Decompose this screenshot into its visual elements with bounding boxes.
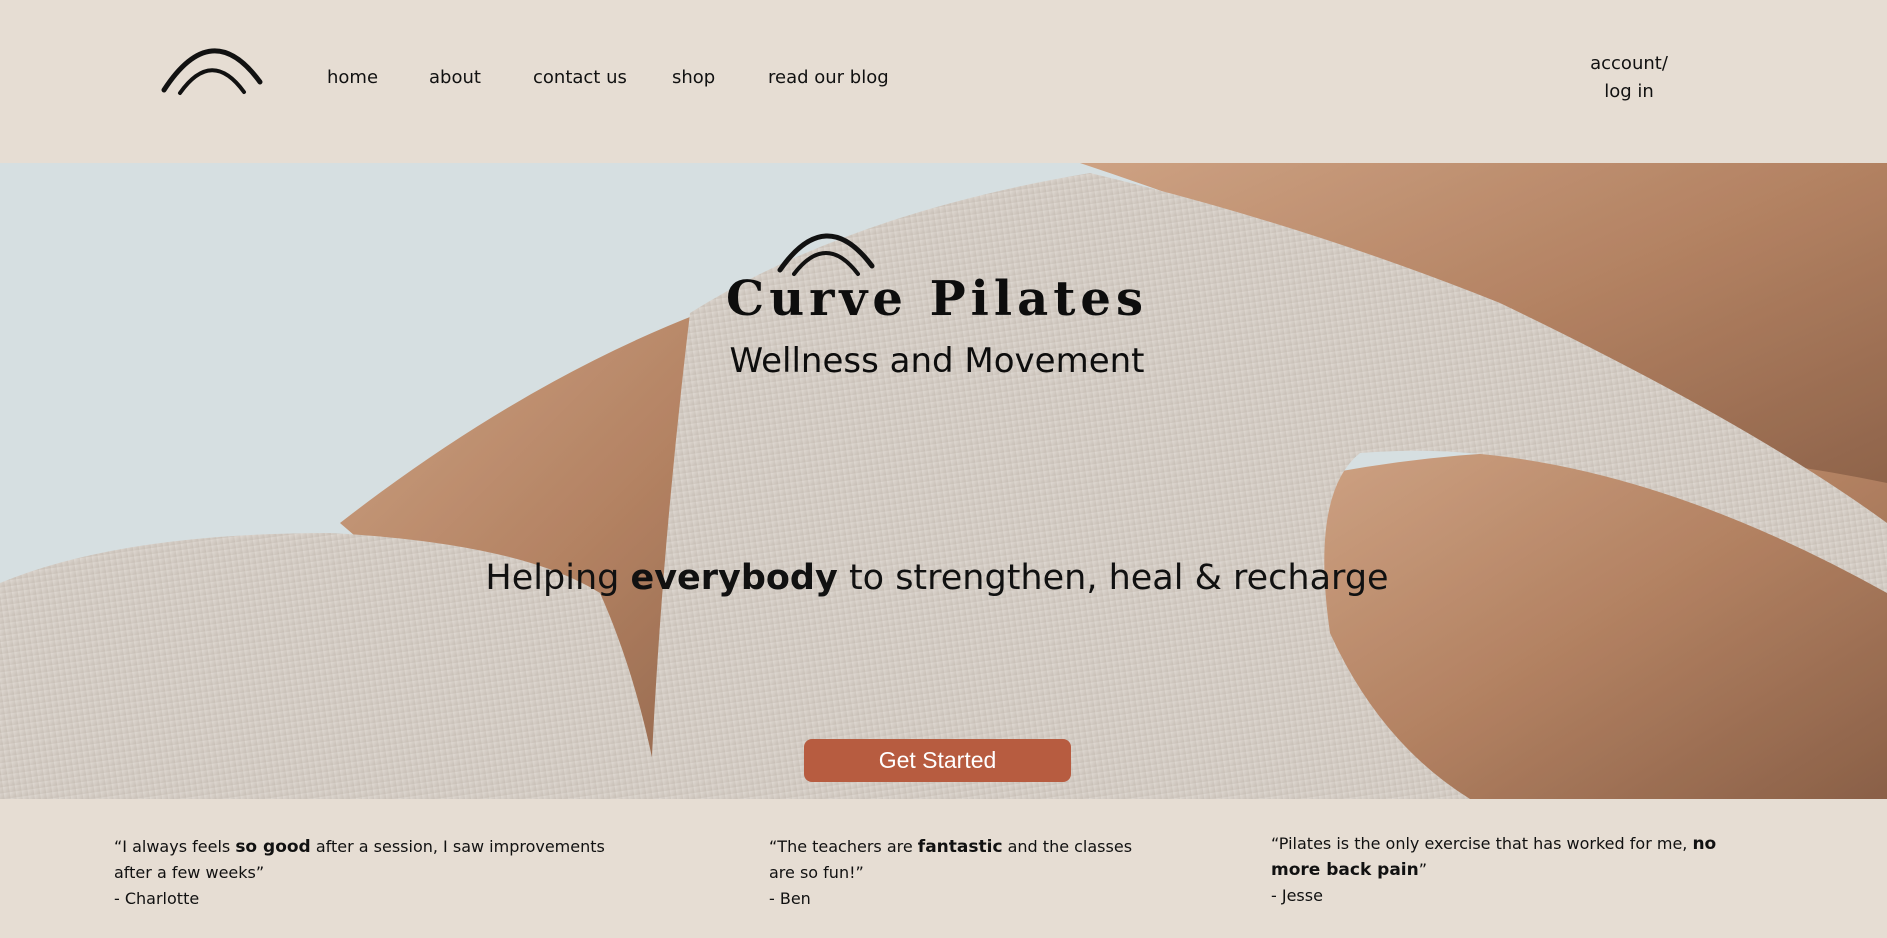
quote-emphasis: so good	[235, 837, 311, 857]
testimonial-author: - Ben	[769, 889, 811, 908]
brand-title: Curve Pilates	[726, 271, 1148, 327]
site-header: home about contact us shop read our blog…	[0, 0, 1887, 163]
hero-tagline: Helping everybody to strengthen, heal & …	[0, 558, 1874, 598]
curve-arch-logo-icon[interactable]	[160, 38, 264, 96]
login-label: log in	[1604, 81, 1654, 102]
account-login-link[interactable]: account/ log in	[1580, 50, 1678, 106]
nav-about-link[interactable]: about	[429, 67, 481, 88]
testimonial-quote: “Pilates is the only exercise that has w…	[1271, 831, 1761, 883]
testimonial-author: - Charlotte	[114, 889, 200, 908]
tagline-emphasis: everybody	[630, 558, 838, 598]
quote-text: “Pilates is the only exercise that has w…	[1271, 834, 1693, 853]
hero-background-photo	[0, 163, 1887, 799]
testimonial-quote: “The teachers are fantastic and the clas…	[769, 834, 1134, 886]
get-started-button[interactable]: Get Started	[804, 739, 1071, 782]
account-label: account/	[1590, 53, 1668, 74]
testimonial-jesse: “Pilates is the only exercise that has w…	[1271, 831, 1761, 909]
nav-blog-link[interactable]: read our blog	[768, 67, 889, 88]
nav-home-link[interactable]: home	[327, 67, 378, 88]
nav-shop-link[interactable]: shop	[672, 67, 715, 88]
brand-subtitle: Wellness and Movement	[729, 341, 1145, 381]
quote-text: “I always feels	[114, 837, 236, 856]
tagline-start: Helping	[485, 558, 631, 598]
quote-text: ”	[1418, 860, 1428, 879]
hero-section: Curve Pilates Wellness and Movement Help…	[0, 163, 1887, 799]
quote-emphasis: fantastic	[917, 837, 1003, 857]
testimonial-ben: “The teachers are fantastic and the clas…	[769, 834, 1134, 912]
testimonial-author: - Jesse	[1271, 886, 1323, 905]
nav-contact-link[interactable]: contact us	[533, 67, 627, 88]
testimonial-charlotte: “I always feels so good after a session,…	[114, 834, 624, 912]
quote-text: “The teachers are	[769, 837, 918, 856]
testimonial-quote: “I always feels so good after a session,…	[114, 834, 624, 886]
tagline-end: to strengthen, heal & recharge	[837, 558, 1389, 598]
